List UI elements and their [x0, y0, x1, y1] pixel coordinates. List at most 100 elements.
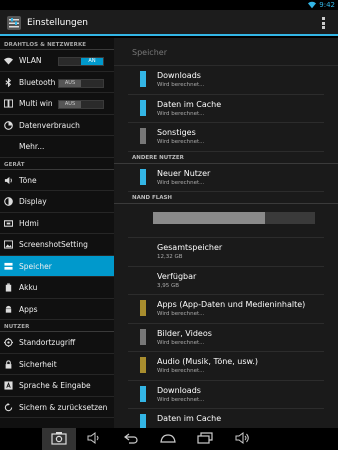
sidebar-item-label: ScreenshotSetting: [19, 240, 88, 249]
volume-down-icon[interactable]: [86, 431, 102, 445]
status-bar: 9:42: [0, 0, 338, 10]
bluetooth-toggle[interactable]: AUS: [58, 78, 104, 88]
android-icon: [5, 305, 12, 313]
storage-row-audio[interactable]: Audio (Musik, Töne, usw.) Wird berechnet…: [128, 352, 324, 381]
row-subtitle: Wird berechnet...: [157, 179, 205, 186]
row-title: Downloads: [157, 71, 201, 80]
sidebar-item-data-usage[interactable]: Datenverbrauch: [0, 115, 114, 136]
color-swatch: [140, 128, 146, 144]
usage-bar-fill: [153, 212, 265, 224]
multiwin-toggle[interactable]: AUS: [58, 100, 104, 109]
section-users: NUTZER: [0, 320, 114, 332]
page-title: Einstellungen: [27, 18, 89, 28]
sidebar-item-label: Multi win: [19, 99, 53, 108]
sidebar-item-label: Display: [19, 197, 47, 206]
storage-row-cache[interactable]: Daten im Cache Wird berechnet...: [128, 95, 324, 123]
sidebar-item-battery[interactable]: Akku: [0, 277, 114, 299]
sidebar-item-label: WLAN: [19, 56, 42, 65]
battery-icon: [5, 283, 12, 292]
sidebar-item-backup[interactable]: Sichern & zurücksetzen: [0, 397, 114, 418]
color-swatch: [140, 357, 146, 373]
row-title: Daten im Cache: [157, 414, 222, 423]
sidebar-item-screenshot[interactable]: ScreenshotSetting: [0, 234, 114, 256]
sidebar-item-label: Speicher: [19, 261, 52, 271]
lock-icon: [5, 359, 12, 369]
row-subtitle: Wird berechnet...: [157, 311, 205, 317]
sidebar-item-label: Akku: [19, 283, 38, 292]
sidebar-item-label: Hdmi: [19, 218, 39, 228]
wifi-icon: [4, 57, 13, 65]
row-title: Apps (App-Daten und Medieninhalte): [157, 300, 306, 309]
row-subtitle: Wird berechnet...: [157, 396, 205, 403]
location-icon: [4, 338, 13, 347]
wifi-signal-icon: [308, 1, 316, 9]
subheader-other-users: ANDERE NUTZER: [114, 152, 338, 164]
row-subtitle: Wird berechnet...: [157, 339, 205, 346]
storage-row-downloads-nand[interactable]: Downloads Wird berechnet...: [128, 381, 324, 409]
storage-row-available: Verfügbar 3,95 GB: [128, 267, 324, 295]
row-title: Neuer Nutzer: [157, 168, 211, 178]
sidebar-item-bluetooth[interactable]: Bluetooth AUS: [0, 72, 114, 93]
settings-category-list: DRAHTLOS & NETZWERKE WLAN AN Bluetooth A…: [0, 38, 114, 428]
volume-up-icon[interactable]: [234, 431, 250, 445]
storage-row-total: Gesamtspeicher 12,32 GB: [128, 238, 324, 267]
camera-icon[interactable]: [51, 431, 67, 445]
data-usage-icon: [4, 120, 13, 130]
bluetooth-icon: [5, 77, 12, 87]
sidebar-item-wlan[interactable]: WLAN AN: [0, 50, 114, 72]
sidebar-item-storage[interactable]: Speicher: [0, 255, 114, 277]
row-title: Audio (Musik, Töne, usw.): [157, 357, 259, 366]
sidebar-item-label: Datenverbrauch: [19, 120, 80, 130]
image-icon: [4, 240, 13, 249]
recent-apps-icon[interactable]: [197, 431, 213, 445]
sidebar-item-hdmi[interactable]: Hdmi: [0, 213, 114, 234]
sidebar-item-label: Töne: [19, 175, 37, 185]
sidebar-item-sound[interactable]: Töne: [0, 170, 114, 191]
sidebar-item-label: Bluetooth: [19, 77, 56, 87]
row-subtitle: 12,32 GB: [157, 254, 183, 260]
sidebar-item-label: Sprache & Eingabe: [19, 381, 91, 390]
storage-row-apps[interactable]: Apps (App-Daten und Medieninhalte) Wird …: [128, 295, 324, 324]
hdmi-icon: [4, 219, 13, 227]
sidebar-item-label: Sicherheit: [19, 359, 57, 369]
color-swatch: [140, 385, 146, 402]
usage-bar-track: [153, 212, 315, 224]
speaker-icon: [4, 176, 12, 184]
sidebar-item-display[interactable]: Display: [0, 191, 114, 213]
sidebar-item-multiwin[interactable]: Multi win AUS: [0, 93, 114, 115]
row-subtitle: Wird berechnet...: [157, 368, 205, 374]
sidebar-item-label: Mehr...: [19, 142, 45, 151]
sidebar-item-label: Apps: [19, 304, 38, 314]
multi-window-icon: [4, 99, 13, 108]
sidebar-item-label: Sichern & zurücksetzen: [19, 402, 108, 412]
brightness-icon: [4, 197, 13, 206]
storage-row-new-user[interactable]: Neuer Nutzer Wird berechnet...: [128, 164, 324, 192]
row-title: Downloads: [157, 385, 201, 395]
sidebar-item-more[interactable]: Mehr...: [0, 136, 114, 158]
subheader-nand-flash: NAND FLASH: [114, 192, 338, 204]
sidebar-item-location[interactable]: Standortzugriff: [0, 332, 114, 354]
sidebar-item-label: Standortzugriff: [19, 338, 76, 347]
row-title: Bilder, Videos: [157, 328, 212, 338]
row-subtitle: 3,95 GB: [157, 282, 180, 289]
action-bar: Einstellungen: [0, 10, 338, 36]
storage-usage-bar: [128, 204, 324, 238]
home-icon[interactable]: [160, 431, 176, 445]
storage-icon: [4, 262, 13, 270]
sidebar-item-language[interactable]: Sprache & Eingabe: [0, 375, 114, 397]
color-swatch: [140, 328, 146, 345]
storage-row-misc[interactable]: Sonstiges Wird berechnet...: [128, 123, 324, 152]
storage-row-pictures[interactable]: Bilder, Videos Wird berechnet...: [128, 324, 324, 352]
row-title: Verfügbar: [157, 271, 197, 281]
color-swatch: [140, 71, 146, 87]
wlan-toggle[interactable]: AN: [58, 57, 104, 66]
back-icon[interactable]: [123, 431, 139, 445]
storage-row-downloads[interactable]: Downloads Wird berechnet...: [128, 66, 324, 95]
row-title: Daten im Cache: [157, 99, 222, 109]
sidebar-item-apps[interactable]: Apps: [0, 299, 114, 320]
sidebar-item-security[interactable]: Sicherheit: [0, 354, 114, 375]
row-title: Sonstiges: [157, 128, 196, 137]
pane-title: Speicher: [114, 38, 338, 66]
settings-app-icon: [7, 16, 21, 30]
overflow-menu-icon[interactable]: [322, 17, 326, 30]
